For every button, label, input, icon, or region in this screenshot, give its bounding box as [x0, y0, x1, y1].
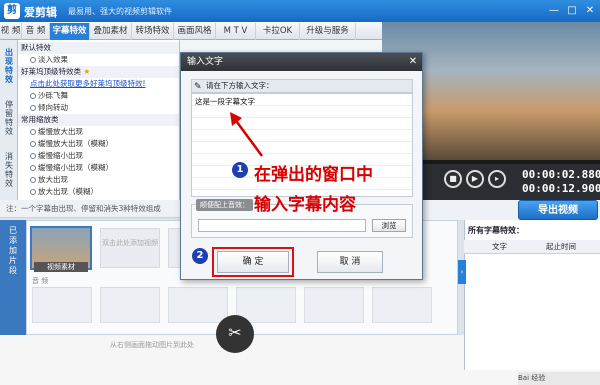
vtab-disappear[interactable]: 消失特效 — [0, 152, 18, 188]
vtab-stay-label: 停留特效 — [5, 100, 13, 136]
video-clip-label: 视频素材 — [34, 262, 88, 272]
effect-item-sand[interactable]: 沙砾飞舞 — [18, 90, 179, 102]
effect-group-hollywood: 好莱坞顶级特效类 ★ — [18, 66, 179, 78]
audio-slot[interactable] — [32, 287, 92, 323]
tab-upgrade[interactable]: 升级与服务 — [300, 23, 356, 40]
step-badge-1: 1 — [232, 162, 248, 178]
vtab-appear-label: 出现特效 — [5, 48, 13, 84]
sound-file-input[interactable] — [198, 219, 366, 232]
tab-audio[interactable]: 音 频 — [22, 23, 50, 40]
tab-overlay[interactable]: 叠加素材 — [90, 23, 132, 40]
col-time: 起止时间 — [546, 242, 576, 251]
tab-transitions[interactable]: 转场特效 — [132, 23, 174, 40]
effect-group-zoom: 常用缩放类 — [18, 114, 179, 126]
effect-item-zoom-2[interactable]: 缓慢放大出现（模糊） — [18, 138, 179, 150]
close-button[interactable]: ✕ — [582, 3, 598, 18]
radio-icon — [30, 57, 36, 63]
timeline-side-tab[interactable]: 已添加片段 — [0, 220, 26, 335]
cancel-button[interactable]: 取 消 — [317, 251, 383, 273]
dialog-close-icon[interactable]: ✕ — [407, 56, 419, 68]
radio-icon — [30, 165, 36, 171]
audio-slot[interactable] — [372, 287, 432, 323]
tab-styles[interactable]: 画面风格 — [174, 23, 216, 40]
effect-item-label: 缓慢缩小出现（模糊） — [38, 163, 113, 172]
radio-icon — [30, 93, 36, 99]
effect-item-zoom-1[interactable]: 缓慢放大出现 — [18, 126, 179, 138]
sound-effect-label: 顺便配上音效： — [196, 199, 253, 211]
prompt-label: ✎ 请在下方输入文字： — [191, 79, 413, 93]
radio-icon — [30, 129, 36, 135]
annotation-line-2: 输入字幕内容 — [254, 195, 356, 215]
step-badge-2: 2 — [192, 248, 208, 264]
app-logo-icon: 剪 — [4, 3, 20, 19]
effect-item-label: 淡入效果 — [38, 55, 68, 64]
app-name: 爱剪辑 — [24, 6, 57, 19]
main-tab-bar: 视 频 音 频 字幕特效 叠加素材 转场特效 画面风格 M T V 卡拉OK 升… — [0, 22, 382, 40]
effect-item-fade[interactable]: 淡入效果 — [18, 54, 179, 66]
minimize-button[interactable]: — — [546, 3, 562, 18]
annotation-line-1: 在弹出的窗口中 — [254, 165, 373, 185]
effect-item-zoom-5[interactable]: 放大出现 — [18, 174, 179, 186]
expand-arrow-icon[interactable]: › — [458, 260, 466, 284]
audio-slot[interactable] — [100, 287, 160, 323]
effect-list: 默认特效 淡入效果 好莱坞顶级特效类 ★ 点击此处获取更多好莱坞顶级特效! 沙砾… — [18, 40, 180, 200]
effect-item-zoom-6[interactable]: 放大出现（模糊） — [18, 186, 179, 198]
annotation-arrow — [230, 112, 264, 157]
scissors-icon[interactable]: ✂ — [216, 315, 254, 353]
radio-icon — [30, 153, 36, 159]
watermark: Bai 经验 — [518, 372, 600, 385]
effect-type-tabs: 出现特效 停留特效 消失特效 — [0, 40, 18, 200]
app-slogan: 最易用、强大的视频剪辑软件 — [68, 7, 172, 16]
export-video-button[interactable]: 导出视频 — [518, 200, 598, 220]
effect-item-label: 缓慢缩小出现 — [38, 151, 83, 160]
vtab-stay[interactable]: 停留特效 — [0, 100, 18, 136]
title-bar: 剪 爱剪辑 最易用、强大的视频剪辑软件 — □ ✕ — [0, 0, 600, 22]
radio-icon — [30, 177, 36, 183]
stop-icon[interactable]: ■ — [444, 170, 462, 188]
tab-subtitle-effects[interactable]: 字幕特效 — [50, 23, 90, 40]
timecode-total: 00:00:12.900 — [522, 182, 600, 195]
audio-track-label: 音 频 — [32, 277, 49, 285]
subtitle-list-heading: 所有字幕特效： — [468, 226, 524, 235]
play-icon[interactable]: ▶ — [466, 170, 484, 188]
prompt-text: 请在下方输入文字： — [206, 81, 274, 90]
effect-item-label: 缓慢放大出现 — [38, 127, 83, 136]
tab-karaoke[interactable]: 卡拉OK — [256, 23, 300, 40]
effect-group-default: 默认特效 — [18, 42, 179, 54]
pencil-icon: ✎ — [194, 82, 202, 92]
effect-item-rotate[interactable]: 倾向转动 — [18, 102, 179, 114]
promo-link[interactable]: 点击此处获取更多好莱坞顶级特效! — [18, 78, 179, 90]
empty-clip-slot[interactable]: 双击此处添加视频 — [100, 228, 160, 268]
effect-item-label: 放大出现（模糊） — [38, 187, 98, 196]
effect-item-label: 放大出现 — [38, 175, 68, 184]
vtab-appear[interactable]: 出现特效 — [0, 48, 18, 84]
radio-icon — [30, 141, 36, 147]
effect-item-zoom-3[interactable]: 缓慢缩小出现 — [18, 150, 179, 162]
star-icon: ★ — [83, 67, 91, 76]
col-text: 文字 — [492, 242, 507, 251]
drag-hint: 从右侧画面拖动图片到此处 — [110, 341, 194, 349]
confirm-button[interactable]: 确 定 — [217, 251, 289, 273]
timeline-side-label: 已添加片段 — [9, 226, 17, 275]
promo-link-label: 点击此处获取更多好莱坞顶级特效! — [30, 79, 146, 88]
radio-icon — [30, 189, 36, 195]
audio-slot[interactable] — [168, 287, 228, 323]
subtitle-list-header: 文字 起止时间 — [464, 240, 600, 254]
tab-video[interactable]: 视 频 — [0, 23, 22, 40]
next-frame-icon[interactable]: ▸ — [488, 170, 506, 188]
audio-slot[interactable] — [304, 287, 364, 323]
radio-icon — [30, 105, 36, 111]
timecode-current: 00:00:02.880 — [522, 168, 600, 181]
vtab-disappear-label: 消失特效 — [5, 152, 13, 188]
effect-item-label: 缓慢放大出现（模糊） — [38, 139, 113, 148]
dialog-title: 输入文字 — [181, 53, 422, 71]
effect-item-label: 沙砾飞舞 — [38, 91, 68, 100]
effect-item-label: 倾向转动 — [38, 103, 68, 112]
maximize-button[interactable]: □ — [564, 3, 580, 18]
tab-mtv[interactable]: M T V — [216, 23, 256, 40]
browse-button[interactable]: 浏览 — [372, 219, 406, 232]
effect-item-zoom-4[interactable]: 缓慢缩小出现（模糊） — [18, 162, 179, 174]
effect-group-label: 好莱坞顶级特效类 — [21, 67, 81, 76]
